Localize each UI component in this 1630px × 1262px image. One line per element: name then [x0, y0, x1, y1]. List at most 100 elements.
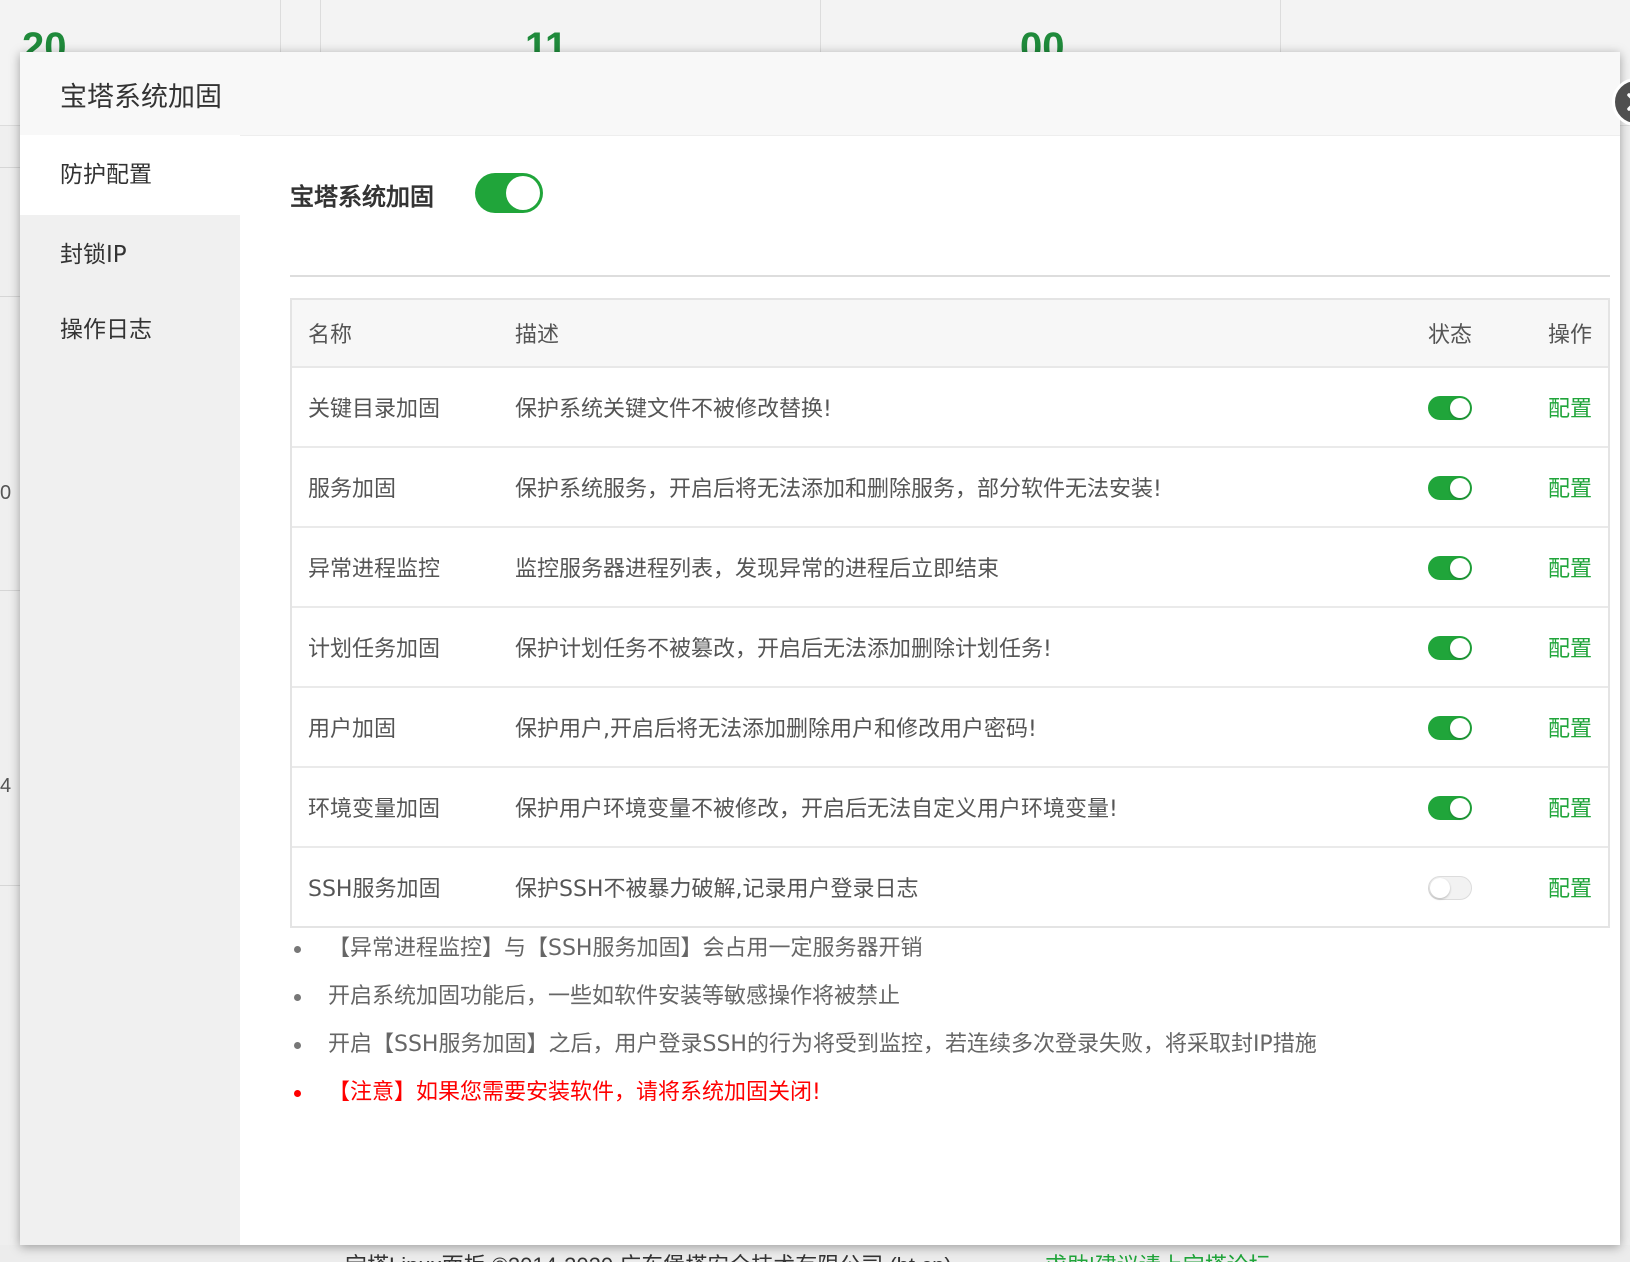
background-divider — [0, 296, 20, 297]
rule-status-toggle[interactable] — [1428, 795, 1472, 820]
sidebar-item-label: 防护配置 — [60, 162, 152, 188]
warning-note: 【注意】如果您需要安装软件，请将系统加固关闭! — [290, 1069, 1610, 1117]
rule-status-toggle[interactable] — [1428, 635, 1472, 660]
rule-status-cell — [1394, 447, 1506, 528]
rule-name: 环境变量加固 — [292, 767, 499, 848]
toggle-knob — [1450, 717, 1470, 738]
master-hardening-toggle[interactable] — [475, 173, 543, 213]
footer-copyright: 宝塔Linux面板 ©2014-2020 广东堡塔安全技术有限公司 (bt.cn… — [345, 1248, 952, 1262]
rule-name: 计划任务加固 — [292, 607, 499, 688]
rule-status-cell — [1394, 847, 1506, 926]
toggle-knob — [1430, 877, 1450, 898]
rule-description: 保护计划任务不被篡改，开启后无法添加删除计划任务! — [499, 607, 1394, 688]
toggle-knob — [1450, 397, 1470, 418]
toggle-knob — [1450, 797, 1470, 818]
master-switch-label: 宝塔系统加固 — [290, 183, 434, 211]
table-row: 服务加固 保护系统服务，开启后将无法添加和删除服务，部分软件无法安装! 配置 — [292, 447, 1608, 528]
note-text: 开启系统加固功能后，一些如软件安装等敏感操作将被禁止 — [328, 984, 901, 1009]
table-row: 异常进程监控 监控服务器进程列表，发现异常的进程后立即结束 配置 — [292, 527, 1608, 608]
dialog-sidebar: 防护配置 封锁IP 操作日志 — [20, 135, 240, 1245]
table-row: SSH服务加固 保护SSH不被暴力破解,记录用户登录日志 配置 — [292, 847, 1608, 926]
toggle-knob — [1450, 557, 1470, 578]
table-header-row: 名称 描述 状态 操作 — [292, 300, 1608, 368]
dialog-header: 宝塔系统加固 — [20, 52, 1620, 136]
table-body: 关键目录加固 保护系统关键文件不被修改替换! 配置 服务加固 保护系统服务，开启后将无法… — [292, 367, 1608, 926]
notes-list: 【异常进程监控】与【SSH服务加固】会占用一定服务器开销 开启系统加固功能后，一些… — [290, 925, 1610, 1117]
background-divider — [0, 590, 20, 591]
footer-forum-link[interactable]: 求助|建议请上宝塔论坛 — [1045, 1248, 1271, 1262]
column-header-description: 描述 — [499, 300, 1394, 368]
hardening-table: 名称 描述 状态 操作 关键目录加固 保护系统关键文件不被修改替换! 配置 服务加固保… — [290, 298, 1610, 928]
rule-status-cell — [1394, 687, 1506, 768]
note-text: 开启【SSH服务加固】之后，用户登录SSH的行为将受到监控，若连续多次登录失败，… — [328, 1032, 1317, 1057]
rule-operation-cell: 配置 — [1506, 847, 1608, 926]
dialog-content: 宝塔系统加固 名称 描述 状态 操作 关键目录加固 保护系统关键文件不被修改替换!… — [240, 135, 1620, 1245]
rule-description: 保护用户,开启后将无法添加删除用户和修改用户密码! — [499, 687, 1394, 768]
close-icon — [1627, 93, 1630, 111]
rule-operation-cell: 配置 — [1506, 447, 1608, 528]
column-header-status: 状态 — [1394, 300, 1506, 368]
table-row: 计划任务加固 保护计划任务不被篡改，开启后无法添加删除计划任务! 配置 — [292, 607, 1608, 688]
bullet-dot — [294, 1090, 301, 1097]
rule-name: 用户加固 — [292, 687, 499, 768]
sidebar-item-operation-log[interactable]: 操作日志 — [20, 290, 240, 370]
rule-description: 保护用户环境变量不被修改，开启后无法自定义用户环境变量! — [499, 767, 1394, 848]
info-note: 开启系统加固功能后，一些如软件安装等敏感操作将被禁止 — [290, 973, 1610, 1021]
rule-status-cell — [1394, 527, 1506, 608]
config-link[interactable]: 配置 — [1548, 557, 1592, 582]
table-row: 环境变量加固 保护用户环境变量不被修改，开启后无法自定义用户环境变量! 配置 — [292, 767, 1608, 848]
toggle-knob — [506, 176, 540, 210]
rule-description: 监控服务器进程列表，发现异常的进程后立即结束 — [499, 527, 1394, 608]
info-note: 【异常进程监控】与【SSH服务加固】会占用一定服务器开销 — [290, 925, 1610, 973]
rule-operation-cell: 配置 — [1506, 527, 1608, 608]
rule-name: 异常进程监控 — [292, 527, 499, 608]
background-side-value: 0 — [0, 482, 12, 504]
master-switch-row: 宝塔系统加固 — [290, 165, 1610, 225]
rule-status-toggle[interactable] — [1428, 875, 1472, 900]
rule-status-cell — [1394, 767, 1506, 848]
rule-description: 保护SSH不被暴力破解,记录用户登录日志 — [515, 877, 919, 902]
note-text: 【注意】如果您需要安装软件，请将系统加固关闭! — [328, 1080, 821, 1105]
rule-operation-cell: 配置 — [1506, 607, 1608, 688]
config-link[interactable]: 配置 — [1548, 477, 1592, 502]
background-side-value: 4 — [0, 775, 12, 797]
config-link[interactable]: 配置 — [1548, 877, 1592, 902]
rule-status-toggle[interactable] — [1428, 395, 1472, 420]
config-link[interactable]: 配置 — [1548, 397, 1592, 422]
background-divider — [0, 167, 20, 168]
rule-operation-cell: 配置 — [1506, 367, 1608, 448]
sidebar-item-label: 操作日志 — [60, 317, 152, 343]
rule-operation-cell: 配置 — [1506, 767, 1608, 848]
bullet-dot — [294, 994, 301, 1001]
sidebar-item-label: 封锁IP — [60, 242, 127, 268]
rule-status-cell — [1394, 607, 1506, 688]
table-row: 用户加固 保护用户,开启后将无法添加删除用户和修改用户密码! 配置 — [292, 687, 1608, 768]
rule-status-cell — [1394, 367, 1506, 448]
rule-description: 保护系统服务，开启后将无法添加和删除服务，部分软件无法安装! — [499, 447, 1394, 528]
table-row: 关键目录加固 保护系统关键文件不被修改替换! 配置 — [292, 367, 1608, 448]
rule-status-toggle[interactable] — [1428, 475, 1472, 500]
rule-name: 关键目录加固 — [292, 367, 499, 448]
sidebar-item-protection-config[interactable]: 防护配置 — [20, 135, 240, 215]
info-note: 开启【SSH服务加固】之后，用户登录SSH的行为将受到监控，若连续多次登录失败，… — [290, 1021, 1610, 1069]
column-header-operation: 操作 — [1506, 300, 1608, 368]
system-hardening-dialog: 宝塔系统加固 防护配置 封锁IP 操作日志 宝塔系统加固 名称 描述 状态 操作… — [20, 52, 1630, 1245]
sidebar-item-block-ip[interactable]: 封锁IP — [20, 215, 240, 295]
background-divider — [0, 885, 20, 886]
column-header-name: 名称 — [292, 300, 499, 368]
rule-operation-cell: 配置 — [1506, 687, 1608, 768]
dialog-title: 宝塔系统加固 — [60, 82, 222, 113]
rule-description: 保护系统关键文件不被修改替换! — [499, 367, 1394, 448]
rule-name: SSH服务加固 — [308, 877, 441, 902]
section-divider — [290, 275, 1610, 277]
rule-status-toggle[interactable] — [1428, 715, 1472, 740]
toggle-knob — [1450, 637, 1470, 658]
config-link[interactable]: 配置 — [1548, 717, 1592, 742]
bullet-dot — [294, 1042, 301, 1049]
rule-name: 服务加固 — [292, 447, 499, 528]
note-text: 【异常进程监控】与【SSH服务加固】会占用一定服务器开销 — [328, 936, 923, 961]
config-link[interactable]: 配置 — [1548, 797, 1592, 822]
config-link[interactable]: 配置 — [1548, 637, 1592, 662]
rule-status-toggle[interactable] — [1428, 555, 1472, 580]
toggle-knob — [1450, 477, 1470, 498]
